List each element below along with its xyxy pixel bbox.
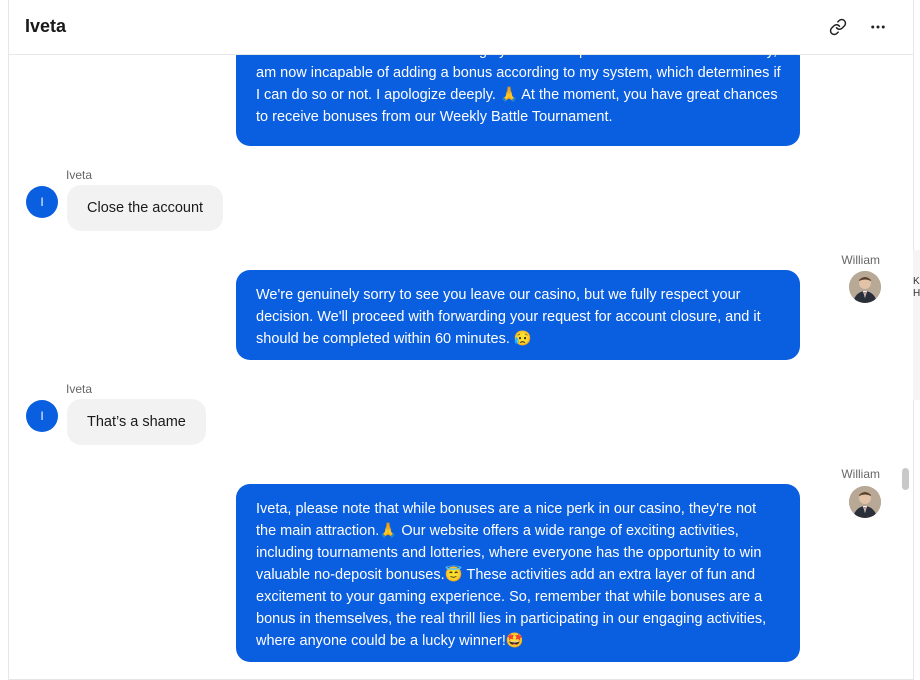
chat-title: Iveta xyxy=(25,16,67,36)
chat-window: Iveta wish alone is insufficient even th… xyxy=(8,0,914,680)
user-message-bubble: That’s a shame xyxy=(67,399,206,445)
agent-avatar xyxy=(849,486,881,518)
user-message-text: Close the account xyxy=(87,200,204,216)
sender-name: William xyxy=(841,253,880,267)
agent-message-text: wish alone is insufficient even though y… xyxy=(256,55,785,125)
background-text-fragment: K xyxy=(913,276,920,287)
sender-name: Iveta xyxy=(66,168,93,182)
agent-message-bubble: We're genuinely sorry to see you leave o… xyxy=(236,270,800,360)
user-message-bubble: Close the account xyxy=(67,185,224,231)
message-list[interactable]: wish alone is insufficient even though y… xyxy=(9,55,913,679)
user-avatar: I xyxy=(26,400,58,432)
agent-avatar xyxy=(849,271,881,303)
agent-message-text: Iveta, please note that while bonuses ar… xyxy=(256,501,767,649)
chat-header: Iveta xyxy=(9,0,913,55)
background-text-fragment: H xyxy=(913,288,920,299)
sender-name: William xyxy=(841,467,880,481)
agent-message-bubble: Iveta, please note that while bonuses ar… xyxy=(236,484,800,662)
link-icon xyxy=(829,18,847,36)
background-page-edge: K H xyxy=(913,250,920,400)
user-message-text: That’s a shame xyxy=(87,414,186,430)
agent-message-bubble: wish alone is insufficient even though y… xyxy=(236,55,800,146)
agent-message-text: We're genuinely sorry to see you leave o… xyxy=(256,287,761,347)
user-avatar: I xyxy=(26,186,58,218)
copy-link-button[interactable] xyxy=(824,13,852,41)
more-options-button[interactable] xyxy=(864,13,892,41)
more-horizontal-icon xyxy=(871,25,885,29)
scrollbar-thumb[interactable] xyxy=(902,468,909,490)
sender-name: Iveta xyxy=(66,382,93,396)
